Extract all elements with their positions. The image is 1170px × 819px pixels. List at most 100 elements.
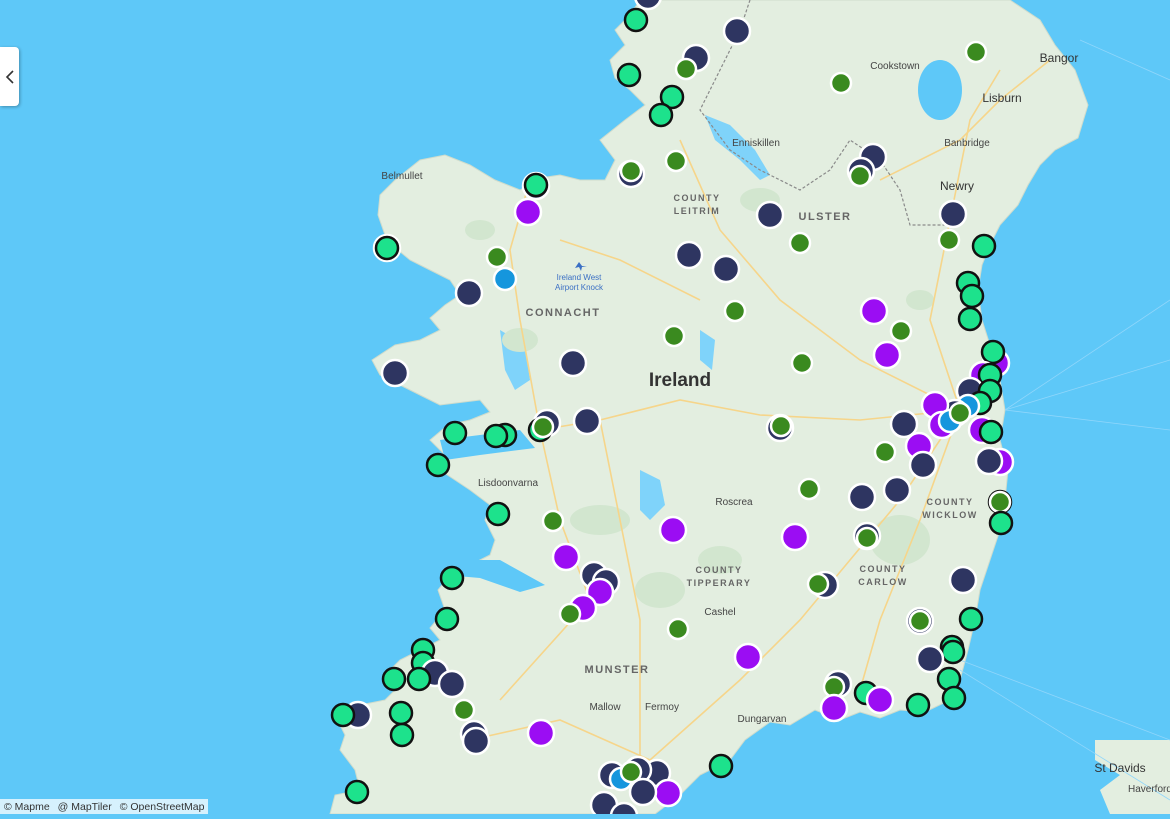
map-marker-teal[interactable] [650, 104, 672, 126]
label-belmullet: Belmullet [381, 171, 422, 182]
map-marker-teal[interactable] [391, 724, 413, 746]
map-marker-purple[interactable] [655, 780, 681, 806]
map-marker-teal[interactable] [444, 422, 466, 444]
map-marker-navy[interactable] [724, 18, 750, 44]
map-marker-teal[interactable] [943, 687, 965, 709]
map-marker-green[interactable] [792, 353, 812, 373]
map-marker-teal[interactable] [408, 668, 430, 690]
map-marker-purple[interactable] [874, 342, 900, 368]
map-marker-green[interactable] [666, 151, 686, 171]
map-marker-teal[interactable] [487, 503, 509, 525]
map-marker-teal[interactable] [383, 668, 405, 690]
map-marker-green[interactable] [543, 511, 563, 531]
map-marker-navy[interactable] [884, 477, 910, 503]
map-marker-teal[interactable] [346, 781, 368, 803]
label-airport-2: Airport Knock [555, 283, 604, 292]
map-marker-teal[interactable] [907, 694, 929, 716]
map-marker-purple[interactable] [867, 687, 893, 713]
map-marker-green[interactable] [875, 442, 895, 462]
map-marker-teal[interactable] [973, 235, 995, 257]
map-canvas[interactable]: Ireland CONNACHT ULSTER MUNSTER COUNTY L… [0, 0, 1170, 814]
map-marker-green[interactable] [676, 59, 696, 79]
label-airport-1: Ireland West [557, 273, 603, 282]
map-marker-green[interactable] [990, 492, 1010, 512]
map-marker-navy[interactable] [940, 201, 966, 227]
map-marker-purple[interactable] [660, 517, 686, 543]
map-marker-green[interactable] [621, 161, 641, 181]
map-marker-blue[interactable] [494, 268, 516, 290]
map-marker-teal[interactable] [376, 237, 398, 259]
map-svg[interactable]: Ireland CONNACHT ULSTER MUNSTER COUNTY L… [0, 0, 1170, 814]
label-ulster: ULSTER [799, 211, 852, 223]
map-marker-teal[interactable] [390, 702, 412, 724]
map-marker-navy[interactable] [630, 779, 656, 805]
map-marker-green[interactable] [831, 73, 851, 93]
map-marker-green[interactable] [487, 247, 507, 267]
map-marker-green[interactable] [790, 233, 810, 253]
attribution-mapme[interactable]: © Mapme [4, 801, 50, 813]
map-marker-teal[interactable] [485, 425, 507, 447]
map-marker-green[interactable] [664, 326, 684, 346]
label-banbridge: Banbridge [944, 138, 990, 149]
map-marker-navy[interactable] [976, 448, 1002, 474]
map-marker-green[interactable] [808, 574, 828, 594]
map-marker-teal[interactable] [427, 454, 449, 476]
map-marker-navy[interactable] [560, 350, 586, 376]
map-marker-navy[interactable] [439, 671, 465, 697]
map-marker-navy[interactable] [917, 646, 943, 672]
map-marker-green[interactable] [850, 166, 870, 186]
map-marker-teal[interactable] [710, 755, 732, 777]
map-marker-teal[interactable] [942, 641, 964, 663]
map-marker-green[interactable] [725, 301, 745, 321]
map-marker-green[interactable] [454, 700, 474, 720]
map-marker-green[interactable] [560, 604, 580, 624]
map-marker-navy[interactable] [757, 202, 783, 228]
map-marker-navy[interactable] [456, 280, 482, 306]
label-enniskillen: Enniskillen [732, 138, 780, 149]
label-wicklow-2: WICKLOW [922, 510, 978, 520]
map-marker-navy[interactable] [713, 256, 739, 282]
label-carlow-1: COUNTY [860, 564, 907, 574]
map-marker-navy[interactable] [463, 728, 489, 754]
map-marker-teal[interactable] [982, 341, 1004, 363]
map-marker-green[interactable] [891, 321, 911, 341]
map-marker-purple[interactable] [782, 524, 808, 550]
label-fermoy: Fermoy [645, 702, 679, 713]
map-marker-teal[interactable] [618, 64, 640, 86]
map-marker-green[interactable] [910, 611, 930, 631]
map-marker-teal[interactable] [961, 285, 983, 307]
map-marker-green[interactable] [799, 479, 819, 499]
map-marker-teal[interactable] [436, 608, 458, 630]
map-marker-purple[interactable] [528, 720, 554, 746]
map-marker-teal[interactable] [332, 704, 354, 726]
map-marker-green[interactable] [966, 42, 986, 62]
map-marker-teal[interactable] [525, 174, 547, 196]
map-marker-green[interactable] [939, 230, 959, 250]
map-marker-navy[interactable] [950, 567, 976, 593]
map-marker-purple[interactable] [735, 644, 761, 670]
map-marker-purple[interactable] [861, 298, 887, 324]
map-marker-teal[interactable] [990, 512, 1012, 534]
attribution-osm[interactable]: © OpenStreetMap [120, 801, 205, 813]
map-marker-purple[interactable] [515, 199, 541, 225]
attribution-maptiler[interactable]: @ MapTiler [58, 801, 112, 813]
map-marker-green[interactable] [533, 417, 553, 437]
map-marker-purple[interactable] [553, 544, 579, 570]
map-marker-green[interactable] [857, 528, 877, 548]
map-marker-green[interactable] [950, 403, 970, 423]
map-marker-navy[interactable] [382, 360, 408, 386]
map-marker-teal[interactable] [980, 421, 1002, 443]
map-marker-teal[interactable] [625, 9, 647, 31]
map-marker-green[interactable] [668, 619, 688, 639]
map-marker-navy[interactable] [574, 408, 600, 434]
label-haverfordwest: Haverfordw [1128, 784, 1170, 795]
map-marker-purple[interactable] [821, 695, 847, 721]
map-marker-teal[interactable] [441, 567, 463, 589]
sidebar-toggle-button[interactable] [0, 47, 19, 106]
map-marker-teal[interactable] [960, 608, 982, 630]
map-marker-navy[interactable] [849, 484, 875, 510]
map-marker-teal[interactable] [959, 308, 981, 330]
map-marker-navy[interactable] [910, 452, 936, 478]
map-marker-navy[interactable] [676, 242, 702, 268]
map-marker-green[interactable] [771, 416, 791, 436]
